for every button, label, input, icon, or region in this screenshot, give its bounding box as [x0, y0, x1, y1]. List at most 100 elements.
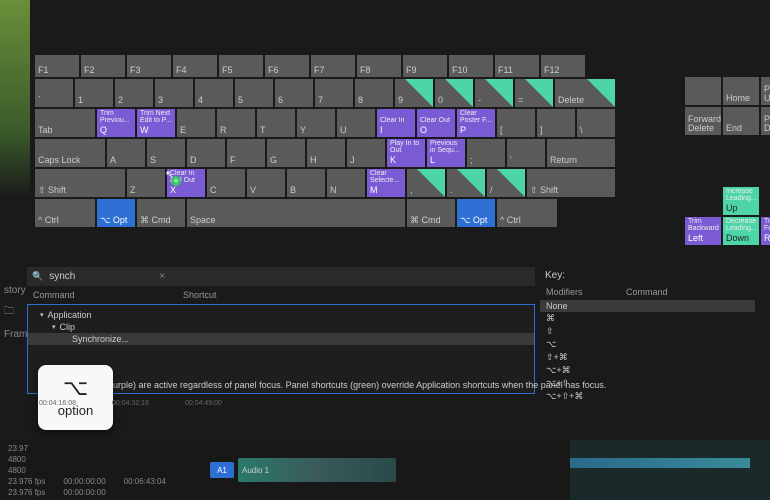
modifier-row[interactable]: ⌥ [540, 338, 755, 351]
key-x[interactable]: Clear In and OutX [167, 169, 205, 197]
key-pageup[interactable]: Page Up [761, 77, 770, 105]
key-=[interactable]: = [515, 79, 553, 107]
key-ctrl-left[interactable]: ^ Ctrl [35, 199, 95, 227]
key-l[interactable]: Previous in Sequ...L [427, 139, 465, 167]
key-opt-left[interactable]: ⌥ Opt [97, 199, 135, 227]
key-a[interactable]: A [107, 139, 145, 167]
modifier-row[interactable]: ⌘ [540, 312, 755, 325]
key-5[interactable]: 5 [235, 79, 273, 107]
key-;[interactable]: ; [467, 139, 505, 167]
key-e[interactable]: E [177, 109, 215, 137]
key-4[interactable]: 4 [195, 79, 233, 107]
key-f2[interactable]: F2 [81, 55, 125, 77]
key-9[interactable]: 9 [395, 79, 433, 107]
key-r[interactable]: R [217, 109, 255, 137]
key-w[interactable]: Trim Next Edit to P...W [137, 109, 175, 137]
key-f8[interactable]: F8 [357, 55, 401, 77]
key-.[interactable]: . [447, 169, 485, 197]
key-][interactable]: ] [537, 109, 575, 137]
key-3[interactable]: 3 [155, 79, 193, 107]
key-q[interactable]: Trim Previou...Q [97, 109, 135, 137]
key-down[interactable]: Decrease Leading...Down [723, 217, 759, 245]
key-0[interactable]: 0 [435, 79, 473, 107]
key-[[interactable]: [ [497, 109, 535, 137]
key-j[interactable]: J [347, 139, 385, 167]
modifier-row[interactable]: ⇧+⌘ [540, 351, 755, 364]
key-z[interactable]: Z [127, 169, 165, 197]
key-6[interactable]: 6 [275, 79, 313, 107]
key-k[interactable]: Play In to OutK [387, 139, 425, 167]
key-cmd-right[interactable]: ⌘ Cmd [407, 199, 455, 227]
key-p[interactable]: Clear Poster F...P [457, 109, 495, 137]
key-shift-right[interactable]: ⇧ Shift [527, 169, 615, 197]
key-n[interactable]: N [327, 169, 365, 197]
key-8[interactable]: 8 [355, 79, 393, 107]
key-d[interactable]: D [187, 139, 225, 167]
key-f4[interactable]: F4 [173, 55, 217, 77]
key-u[interactable]: U [337, 109, 375, 137]
key-f6[interactable]: F6 [265, 55, 309, 77]
key-m[interactable]: Clear Selecte...M [367, 169, 405, 197]
key-f12[interactable]: F12 [541, 55, 585, 77]
key-shift-left[interactable]: ⇧ Shift [35, 169, 125, 197]
timeline-tracks[interactable]: A1 Audio 1 [206, 440, 570, 500]
key-t[interactable]: T [257, 109, 295, 137]
key-s[interactable]: S [147, 139, 185, 167]
key-\[interactable]: \ [577, 109, 615, 137]
key-return[interactable]: Return [547, 139, 615, 167]
key-b[interactable]: B [287, 169, 325, 197]
tree-synchronize[interactable]: Synchronize... [28, 333, 534, 345]
key-unused[interactable] [685, 77, 721, 105]
key-pagedown[interactable]: Page Down [761, 107, 770, 135]
key-tab[interactable]: Tab [35, 109, 95, 137]
key-h[interactable]: H [307, 139, 345, 167]
key-2[interactable]: 2 [115, 79, 153, 107]
key-f5[interactable]: F5 [219, 55, 263, 77]
option-key-overlay: ⌥ option [38, 365, 113, 430]
key-home[interactable]: Home [723, 77, 759, 105]
key-7[interactable]: 7 [315, 79, 353, 107]
clear-search-icon[interactable]: × [159, 271, 165, 282]
key-/[interactable]: / [487, 169, 525, 197]
key-f11[interactable]: F11 [495, 55, 539, 77]
key-up[interactable]: Increase Leading...Up [723, 187, 759, 215]
key-space[interactable]: Space [187, 199, 405, 227]
tree-application[interactable]: ▾Application [28, 309, 534, 321]
key-cmd-left[interactable]: ⌘ Cmd [137, 199, 185, 227]
key-end[interactable]: End [723, 107, 759, 135]
key-o[interactable]: Clear OutO [417, 109, 455, 137]
key-fwddelete[interactable]: Forward Delete [685, 107, 721, 135]
col-command2: Command [626, 287, 668, 297]
key-f3[interactable]: F3 [127, 55, 171, 77]
key-`[interactable]: ` [35, 79, 73, 107]
key-'[interactable]: ' [507, 139, 545, 167]
key-f[interactable]: F [227, 139, 265, 167]
key-f9[interactable]: F9 [403, 55, 447, 77]
folder-icon[interactable]: 🗀 [4, 304, 24, 321]
key-left[interactable]: Trim BackwardLeft [685, 217, 721, 245]
key-delete[interactable]: Delete [555, 79, 615, 107]
key-,[interactable]: , [407, 169, 445, 197]
modifier-row[interactable]: None [540, 300, 755, 312]
key-c[interactable]: C [207, 169, 245, 197]
timeline-right[interactable] [570, 440, 770, 500]
key-g[interactable]: G [267, 139, 305, 167]
tree-clip[interactable]: ▾Clip [28, 321, 534, 333]
key-i[interactable]: Clear InI [377, 109, 415, 137]
search-input[interactable] [47, 270, 151, 283]
key-f10[interactable]: F10 [449, 55, 493, 77]
key--[interactable]: - [475, 79, 513, 107]
key-capslock[interactable]: Caps Lock [35, 139, 105, 167]
track-audio1[interactable]: Audio 1 [238, 458, 396, 482]
key-ctrl-right[interactable]: ^ Ctrl [497, 199, 557, 227]
key-f1[interactable]: F1 [35, 55, 79, 77]
key-opt-right[interactable]: ⌥ Opt [457, 199, 495, 227]
key-f7[interactable]: F7 [311, 55, 355, 77]
track-a1-head[interactable]: A1 [210, 462, 234, 478]
key-v[interactable]: V [247, 169, 285, 197]
modifier-row[interactable]: ⌥+⌘ [540, 364, 755, 377]
key-1[interactable]: 1 [75, 79, 113, 107]
modifier-row[interactable]: ⇧ [540, 325, 755, 338]
key-right[interactable]: Trim ForwardRight [761, 217, 770, 245]
key-y[interactable]: Y [297, 109, 335, 137]
